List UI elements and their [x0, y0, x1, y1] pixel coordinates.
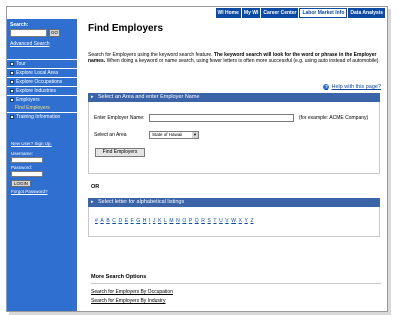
expand-box-icon — [10, 115, 14, 119]
advanced-search-link[interactable]: Advanced Search — [10, 41, 49, 47]
letter-link[interactable]: C — [112, 218, 116, 224]
employer-name-input[interactable] — [149, 114, 294, 122]
intro-tail: When doing a keyword or name search, usi… — [105, 58, 380, 64]
letter-link[interactable]: J — [153, 218, 156, 224]
username-field[interactable] — [11, 157, 43, 163]
letter-link[interactable]: B — [106, 218, 109, 224]
page-title: Find Employers — [88, 23, 164, 34]
login-button[interactable]: LOGIN — [11, 180, 31, 187]
letters-panel: # A B C D E F G H I J K L M N O P Q R S T U V W X Y Z — [88, 207, 380, 237]
sidebar-menu: Tour Explore Local Area Explore Occupati… — [7, 59, 77, 121]
letter-link[interactable]: L — [164, 218, 167, 224]
sidebar-item-training-information[interactable]: Training Information — [7, 112, 77, 121]
tab-labor-market-info[interactable]: Labor Market Info — [299, 8, 348, 18]
area-select[interactable]: State of Hawaii ▼ — [149, 131, 199, 139]
expand-box-icon — [10, 71, 14, 75]
letter-link[interactable]: E — [125, 218, 128, 224]
sidebar-item-tour[interactable]: Tour — [7, 59, 77, 68]
letter-link[interactable]: Q — [195, 218, 199, 224]
search-by-occupation-link[interactable]: Search for Employers By Occupation — [91, 289, 173, 295]
main-content: Find Employers Search for Employers usin… — [83, 19, 383, 311]
section-title: Select letter for alphabetical listings — [98, 199, 185, 205]
sidebar-item-label: Tour — [16, 61, 26, 67]
help-link-label: Help with this page? — [331, 84, 381, 90]
letter-link[interactable]: N — [176, 218, 180, 224]
username-label: Username: — [11, 151, 34, 156]
letter-link[interactable]: D — [118, 218, 122, 224]
tab-my-wi[interactable]: My WI — [241, 8, 261, 18]
sidebar-item-explore-occupations[interactable]: Explore Occupations — [7, 77, 77, 86]
arrow-right-icon: ▸ — [91, 199, 94, 205]
sidebar-item-label: Explore Local Area — [16, 70, 58, 76]
letter-link[interactable]: Y — [245, 218, 248, 224]
sidebar-subitem-find-employers[interactable]: Find Employers — [7, 104, 77, 112]
search-label: Search: — [10, 22, 29, 28]
tab-data-analysis[interactable]: Data Analysis — [348, 8, 385, 18]
letter-link[interactable]: I — [149, 218, 150, 224]
sign-up-link[interactable]: New User? Sign Up. — [11, 141, 73, 146]
example-hint: (for example: ACME Company) — [299, 115, 369, 121]
sidebar-item-label: Training Information — [16, 114, 61, 120]
letter-link[interactable]: R — [201, 218, 205, 224]
alphabet-links: # A B C D E F G H I J K L M N O P Q R S T U V W X Y Z — [95, 218, 254, 224]
letter-link[interactable]: T — [213, 218, 216, 224]
expand-box-icon — [10, 62, 14, 66]
forgot-password-link[interactable]: Forgot Password? — [11, 189, 73, 194]
chevron-down-icon: ▼ — [192, 132, 198, 138]
or-separator: OR — [91, 184, 100, 190]
arrow-right-icon: ▸ — [91, 94, 94, 100]
divider — [91, 283, 381, 284]
search-input[interactable] — [10, 29, 47, 37]
password-label: Password: — [11, 165, 33, 170]
find-employers-button[interactable]: Find Employers — [95, 148, 145, 157]
search-row: GO — [10, 29, 60, 37]
letter-link[interactable]: A — [100, 218, 103, 224]
go-button[interactable]: GO — [49, 29, 60, 37]
letter-link[interactable]: S — [207, 218, 210, 224]
sidebar-item-explore-industries[interactable]: Explore Industries — [7, 86, 77, 95]
browser-frame: WI Home My WI Career Center Labor Market… — [6, 6, 388, 312]
sidebar-item-label: Explore Industries — [16, 88, 57, 94]
letter-link[interactable]: V — [225, 218, 228, 224]
section-header-letters: ▸ Select letter for alphabetical listing… — [88, 198, 380, 207]
more-search-options-title: More Search Options — [91, 274, 147, 280]
employer-name-label: Enter Employer Name: — [94, 115, 145, 121]
help-icon: ? — [323, 84, 330, 90]
letter-link[interactable]: Z — [250, 218, 253, 224]
letter-link[interactable]: P — [189, 218, 192, 224]
login-box: New User? Sign Up. Username: Password: L… — [11, 141, 73, 194]
letter-link[interactable]: H — [143, 218, 147, 224]
tab-career-center[interactable]: Career Center — [261, 8, 299, 18]
collapse-box-icon — [10, 98, 14, 102]
sidebar-item-employers[interactable]: Employers — [7, 95, 77, 104]
area-selected-value: State of Hawaii — [152, 132, 183, 137]
letter-link[interactable]: G — [136, 218, 140, 224]
area-label: Select an Area — [94, 132, 127, 138]
letter-link[interactable]: K — [158, 218, 161, 224]
letter-link[interactable]: # — [95, 218, 98, 224]
sidebar: Search: GO Advanced Search Tour Explore … — [7, 19, 77, 311]
letter-link[interactable]: U — [219, 218, 223, 224]
section-title: Select an Area and enter Employer Name — [98, 94, 200, 100]
letter-link[interactable]: M — [169, 218, 173, 224]
tab-wi-home[interactable]: WI Home — [215, 8, 241, 18]
top-navigation: WI Home My WI Career Center Labor Market… — [7, 7, 387, 19]
intro-text: Search for Employers using the keyword s… — [88, 52, 380, 64]
top-tabs: WI Home My WI Career Center Labor Market… — [215, 8, 385, 18]
sidebar-item-label: Employers — [16, 97, 40, 103]
password-field[interactable] — [11, 171, 43, 177]
expand-box-icon — [10, 80, 14, 84]
help-link[interactable]: ? Help with this page? — [323, 84, 381, 90]
letter-link[interactable]: X — [239, 218, 242, 224]
letter-link[interactable]: O — [182, 218, 186, 224]
letter-link[interactable]: W — [231, 218, 236, 224]
expand-box-icon — [10, 89, 14, 93]
letter-link[interactable]: F — [131, 218, 134, 224]
search-form-panel: Enter Employer Name: (for example: ACME … — [88, 102, 380, 174]
sidebar-item-label: Explore Occupations — [16, 79, 63, 85]
sidebar-item-explore-local-area[interactable]: Explore Local Area — [7, 68, 77, 77]
section-header-area: ▸ Select an Area and enter Employer Name — [88, 93, 380, 102]
search-by-industry-link[interactable]: Search for Employers By Industry — [91, 298, 165, 304]
